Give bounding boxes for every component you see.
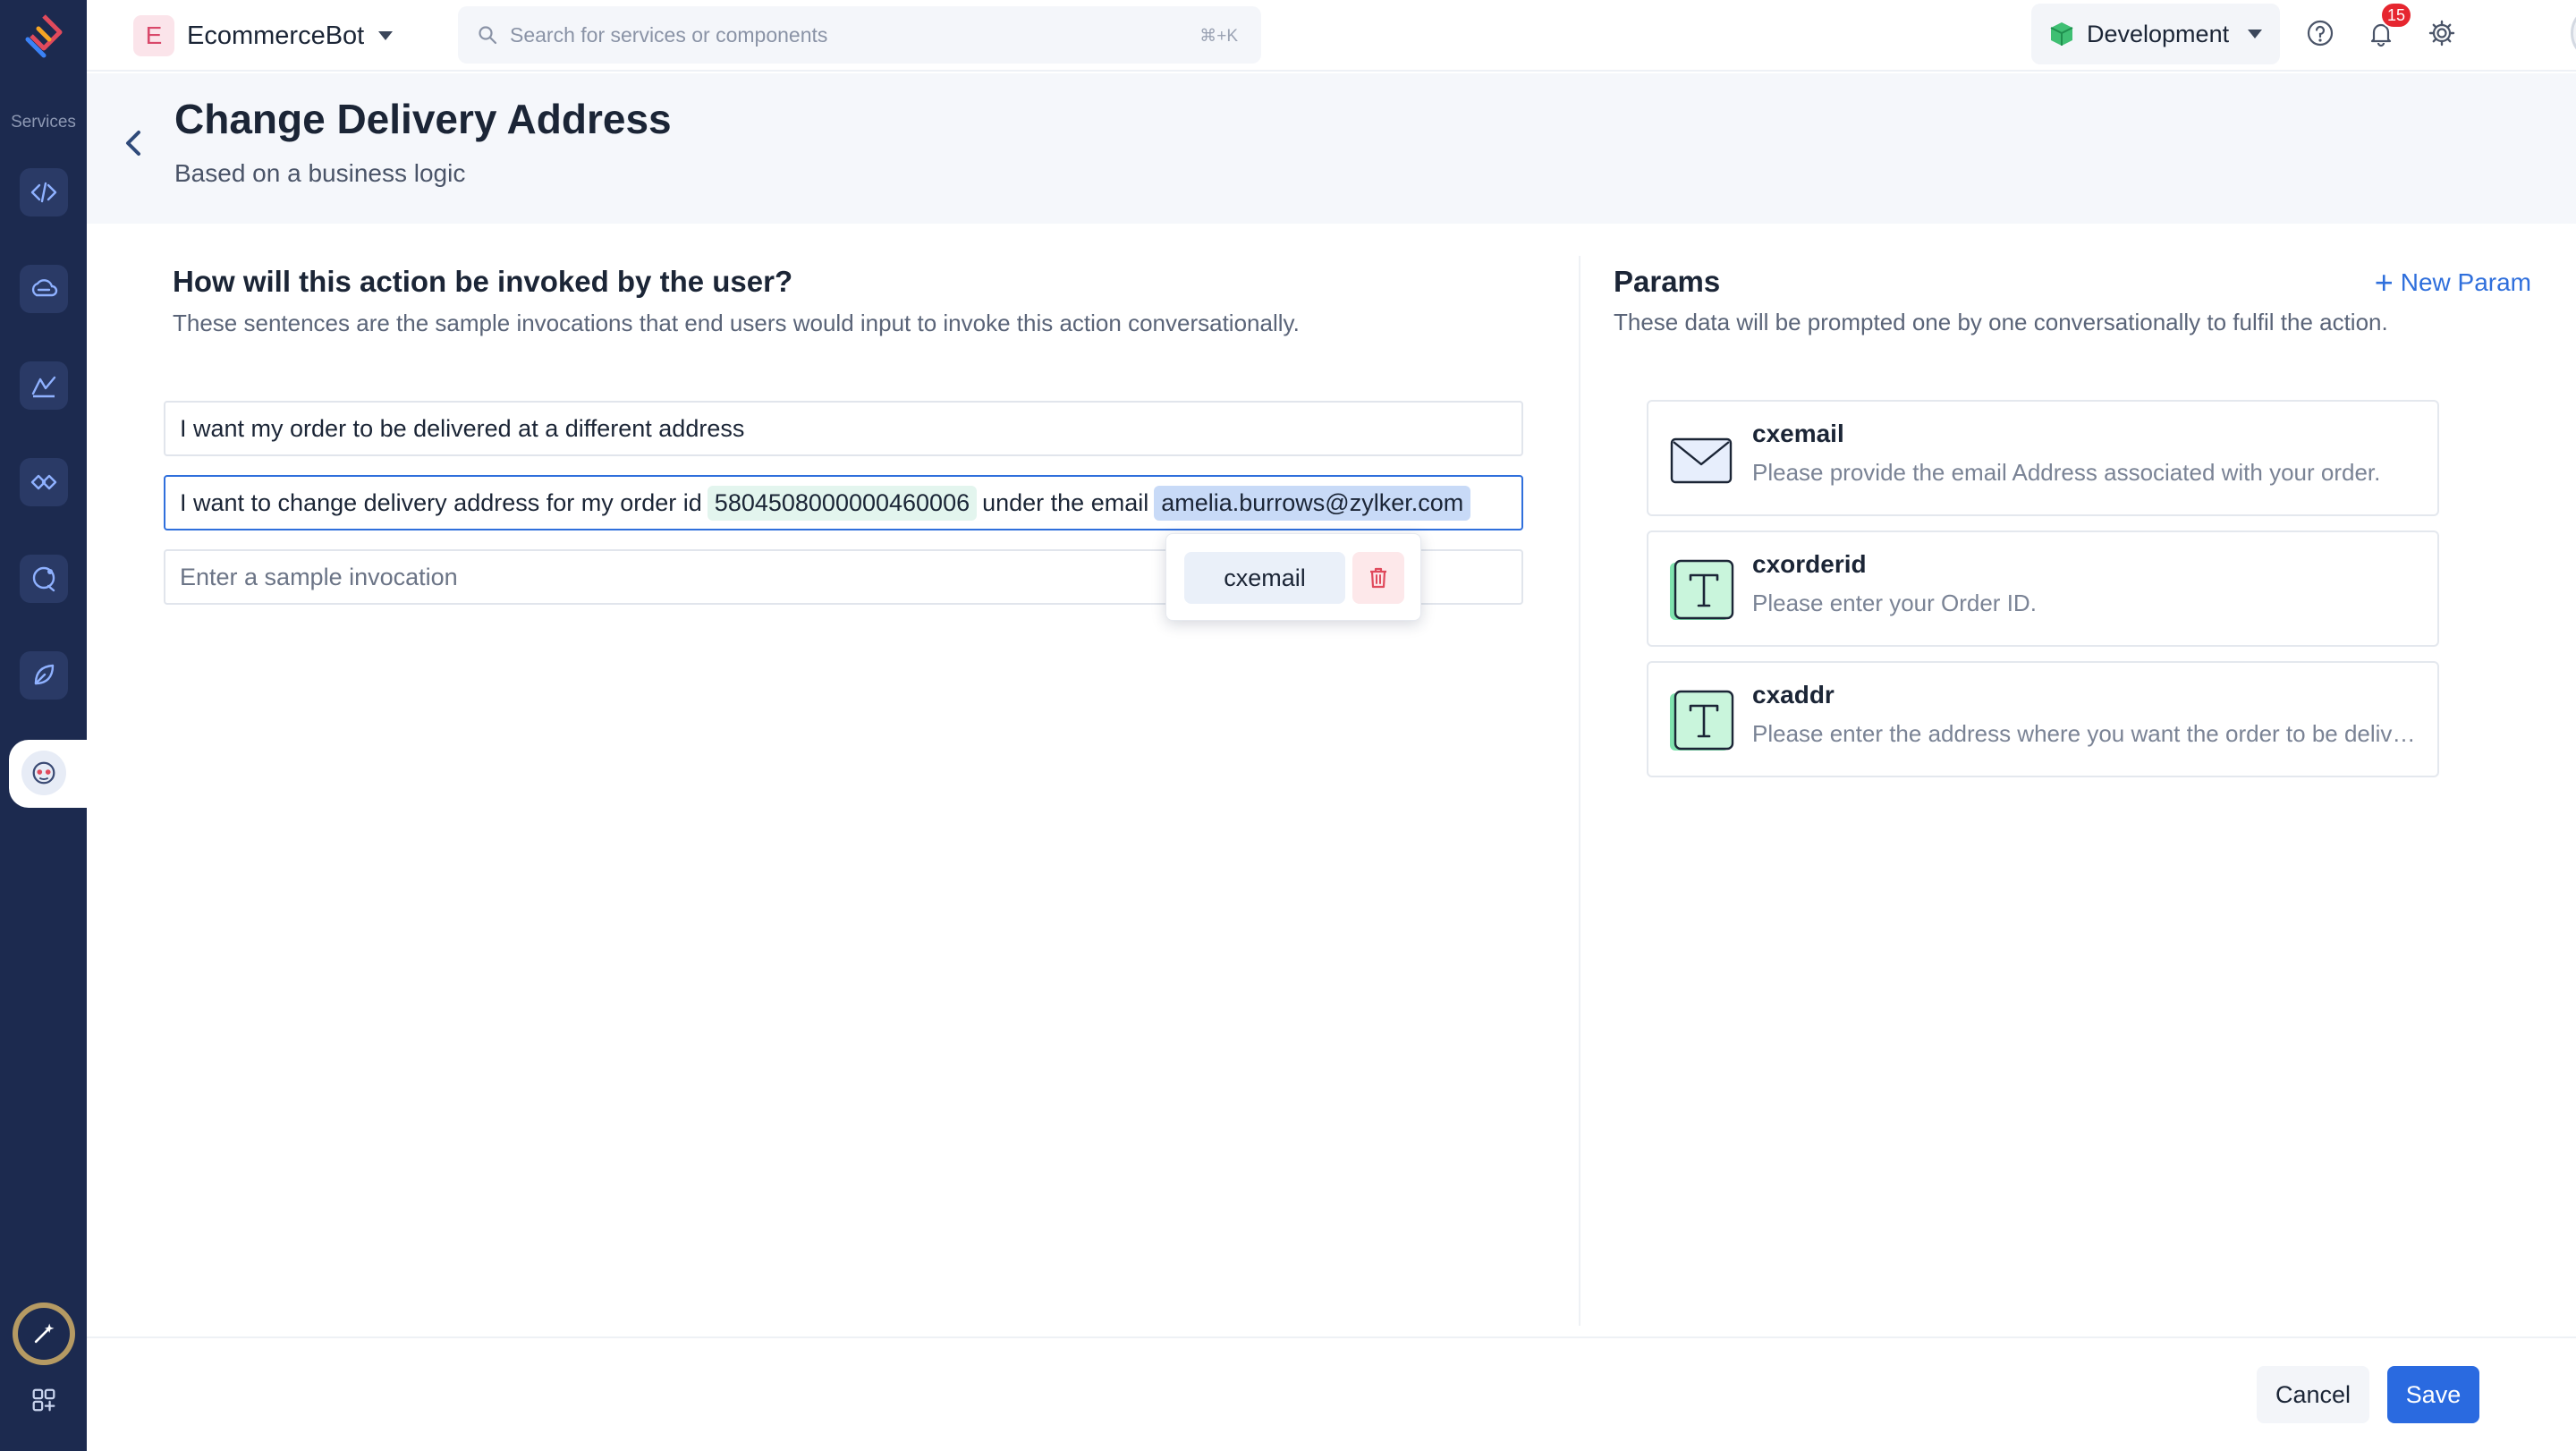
param-card[interactable]: cxemail Please provide the email Address… xyxy=(1647,400,2439,516)
new-param-button[interactable]: + New Param xyxy=(2375,267,2531,299)
param-tag-orderid[interactable]: 5804508000000460006 xyxy=(707,485,978,521)
text-type-icon xyxy=(1668,557,1734,624)
rail-item-chat-icon[interactable] xyxy=(20,555,68,603)
invocation-field-active[interactable]: I want to change delivery address for my… xyxy=(164,475,1523,530)
ai-assist-button[interactable] xyxy=(13,1303,75,1365)
help-icon[interactable] xyxy=(2303,16,2337,50)
rail-item-deploy-icon[interactable] xyxy=(20,651,68,700)
save-button[interactable]: Save xyxy=(2387,1366,2479,1423)
envelope-icon xyxy=(1668,427,1734,493)
search-icon xyxy=(479,26,497,45)
param-prompt: Please enter your Order ID. xyxy=(1752,590,2037,616)
param-name: cxorderid xyxy=(1752,550,1867,578)
gear-icon[interactable] xyxy=(2425,16,2459,50)
column-divider xyxy=(1579,256,1580,1326)
search-placeholder: Search for services or components xyxy=(510,22,828,47)
services-label: Services xyxy=(11,113,76,132)
param-prompt: Please enter the address where you want … xyxy=(1752,720,2425,747)
rail-item-code-icon[interactable] xyxy=(20,168,68,216)
chevron-down-icon xyxy=(2248,30,2262,38)
page-title: Change Delivery Address xyxy=(174,96,672,142)
magic-wand-icon xyxy=(18,1308,70,1360)
app-logo-icon[interactable] xyxy=(22,13,65,59)
invocations-title: How will this action be invoked by the u… xyxy=(173,265,793,298)
invocation-text: under the email xyxy=(982,488,1149,516)
trash-icon xyxy=(1370,567,1386,589)
bot-switcher[interactable]: E EcommerceBot xyxy=(133,15,394,56)
delete-mapping-button[interactable] xyxy=(1352,552,1404,604)
page-header: Change Delivery Address Based on a busin… xyxy=(87,73,2576,224)
new-invocation-placeholder: Enter a sample invocation xyxy=(180,563,458,590)
param-name: cxemail xyxy=(1752,420,1844,447)
new-param-label: New Param xyxy=(2400,268,2531,296)
rail-item-bot-actions-active[interactable] xyxy=(9,740,87,808)
bot-face-icon xyxy=(21,751,66,795)
param-mapping-popover: cxemail xyxy=(1165,533,1421,621)
bot-name: EcommerceBot xyxy=(187,21,365,50)
invocation-text: I want my order to be delivered at a dif… xyxy=(180,414,745,442)
search-input[interactable]: Search for services or components ⌘+K xyxy=(458,6,1261,64)
bot-avatar: E xyxy=(133,15,174,56)
cube-icon xyxy=(2050,22,2073,46)
rail-item-cloud-icon[interactable] xyxy=(20,265,68,313)
invocation-text: I want to change delivery address for my… xyxy=(180,488,702,516)
user-avatar[interactable] xyxy=(2571,5,2576,61)
notification-badge: 15 xyxy=(2380,2,2413,29)
chevron-down-icon xyxy=(378,31,394,40)
params-title: Params xyxy=(1614,265,1721,298)
page-subtitle: Based on a business logic xyxy=(174,159,466,187)
param-prompt: Please provide the email Address associa… xyxy=(1752,459,2381,486)
rail-item-analytics-icon[interactable] xyxy=(20,361,68,410)
apps-grid-icon[interactable] xyxy=(23,1379,64,1421)
cancel-button[interactable]: Cancel xyxy=(2257,1366,2369,1423)
param-card[interactable]: cxorderid Please enter your Order ID. xyxy=(1647,530,2439,647)
invocation-field[interactable]: I want my order to be delivered at a dif… xyxy=(164,401,1523,456)
back-arrow-icon[interactable] xyxy=(121,125,148,161)
left-rail: Services xyxy=(0,0,87,1451)
param-card[interactable]: cxaddr Please enter the address where yo… xyxy=(1647,661,2439,777)
mapped-param-chip[interactable]: cxemail xyxy=(1184,552,1345,604)
invocations-description: These sentences are the sample invocatio… xyxy=(173,310,1300,336)
rail-item-integration-icon[interactable] xyxy=(20,458,68,506)
text-type-icon xyxy=(1668,688,1734,754)
environment-selector[interactable]: Development xyxy=(2031,4,2280,64)
search-shortcut: ⌘+K xyxy=(1199,27,1238,46)
param-tag-email-selected[interactable]: amelia.burrows@zylker.com xyxy=(1154,485,1471,521)
plus-icon: + xyxy=(2374,264,2394,301)
environment-label: Development xyxy=(2087,20,2230,47)
top-bar: E EcommerceBot Search for services or co… xyxy=(87,0,2576,72)
params-description: These data will be prompted one by one c… xyxy=(1614,309,2388,335)
footer-divider xyxy=(87,1336,2576,1338)
param-name: cxaddr xyxy=(1752,681,1835,709)
